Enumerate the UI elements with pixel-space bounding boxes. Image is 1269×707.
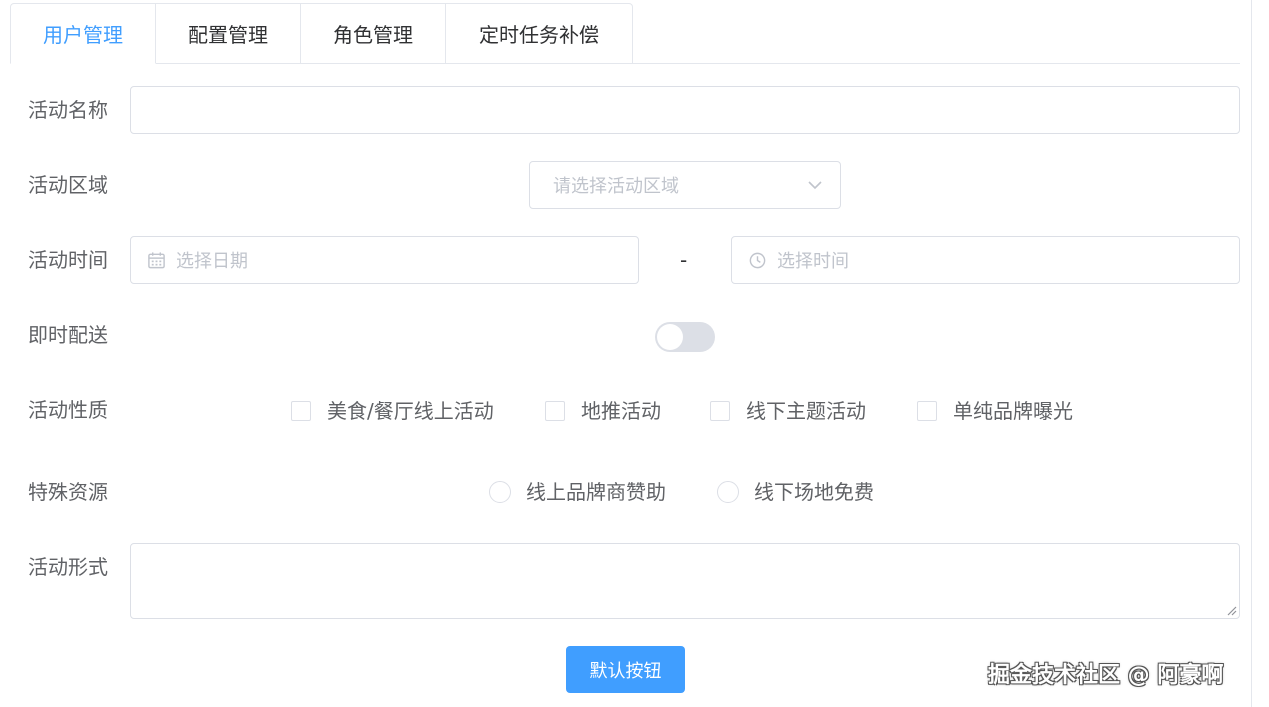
checkbox-label: 美食/餐厅线上活动 — [327, 399, 494, 423]
radio-online-sponsor[interactable]: 线上品牌商赞助 — [489, 480, 666, 504]
checkbox-box[interactable] — [291, 401, 311, 421]
date-placeholder: 选择日期 — [176, 251, 248, 272]
activity-form-label: 活动形式 — [28, 555, 108, 579]
checkbox-label: 单纯品牌曝光 — [953, 399, 1073, 423]
checkbox-box[interactable] — [710, 401, 730, 421]
radio-offline-venue[interactable]: 线下场地免费 — [717, 480, 874, 504]
checkbox-box[interactable] — [545, 401, 565, 421]
activity-time-label: 活动时间 — [28, 248, 108, 272]
chevron-down-icon — [808, 181, 822, 190]
region-placeholder: 请选择活动区域 — [553, 176, 679, 197]
activity-region-label: 活动区域 — [28, 173, 108, 197]
radio-label: 线上品牌商赞助 — [526, 480, 666, 504]
watermark-text: 掘金技术社区 @ 阿豪啊 — [988, 663, 1224, 688]
checkbox-brand-exposure[interactable]: 单纯品牌曝光 — [917, 399, 1073, 423]
checkbox-food-online[interactable]: 美食/餐厅线上活动 — [291, 399, 494, 423]
tab-bar: 用户管理 配置管理 角色管理 定时任务补偿 — [10, 3, 633, 64]
radio-circle[interactable] — [489, 481, 511, 503]
activity-name-input[interactable] — [130, 86, 1240, 134]
checkbox-box[interactable] — [917, 401, 937, 421]
tab-scheduled-task[interactable]: 定时任务补偿 — [446, 3, 633, 64]
tab-config-management[interactable]: 配置管理 — [156, 3, 301, 64]
time-picker-input[interactable]: 选择时间 — [731, 236, 1240, 284]
activity-type-label: 活动性质 — [28, 398, 108, 422]
checkbox-label: 线下主题活动 — [746, 399, 866, 423]
radio-circle[interactable] — [717, 481, 739, 503]
clock-icon — [749, 252, 766, 268]
page-right-border — [1251, 0, 1252, 707]
calendar-icon — [148, 251, 165, 268]
date-picker-input[interactable]: 选择日期 — [130, 236, 639, 284]
tab-user-management[interactable]: 用户管理 — [10, 3, 156, 64]
tab-role-management[interactable]: 角色管理 — [301, 3, 446, 64]
activity-region-select[interactable]: 请选择活动区域 — [529, 161, 841, 209]
switch-knob — [657, 324, 683, 350]
time-placeholder: 选择时间 — [777, 251, 849, 272]
default-button[interactable]: 默认按钮 — [566, 646, 685, 693]
checkbox-label: 地推活动 — [581, 399, 661, 423]
radio-label: 线下场地免费 — [754, 480, 874, 504]
instant-delivery-label: 即时配送 — [28, 323, 108, 347]
resize-grip-icon[interactable] — [1225, 604, 1237, 616]
date-time-separator: - — [680, 248, 688, 272]
checkbox-offline-theme[interactable]: 线下主题活动 — [710, 399, 866, 423]
special-resource-label: 特殊资源 — [28, 480, 108, 504]
checkbox-ground-promo[interactable]: 地推活动 — [545, 399, 661, 423]
activity-name-label: 活动名称 — [28, 98, 108, 122]
instant-delivery-switch[interactable] — [655, 322, 715, 352]
activity-form-textarea[interactable] — [130, 543, 1240, 619]
